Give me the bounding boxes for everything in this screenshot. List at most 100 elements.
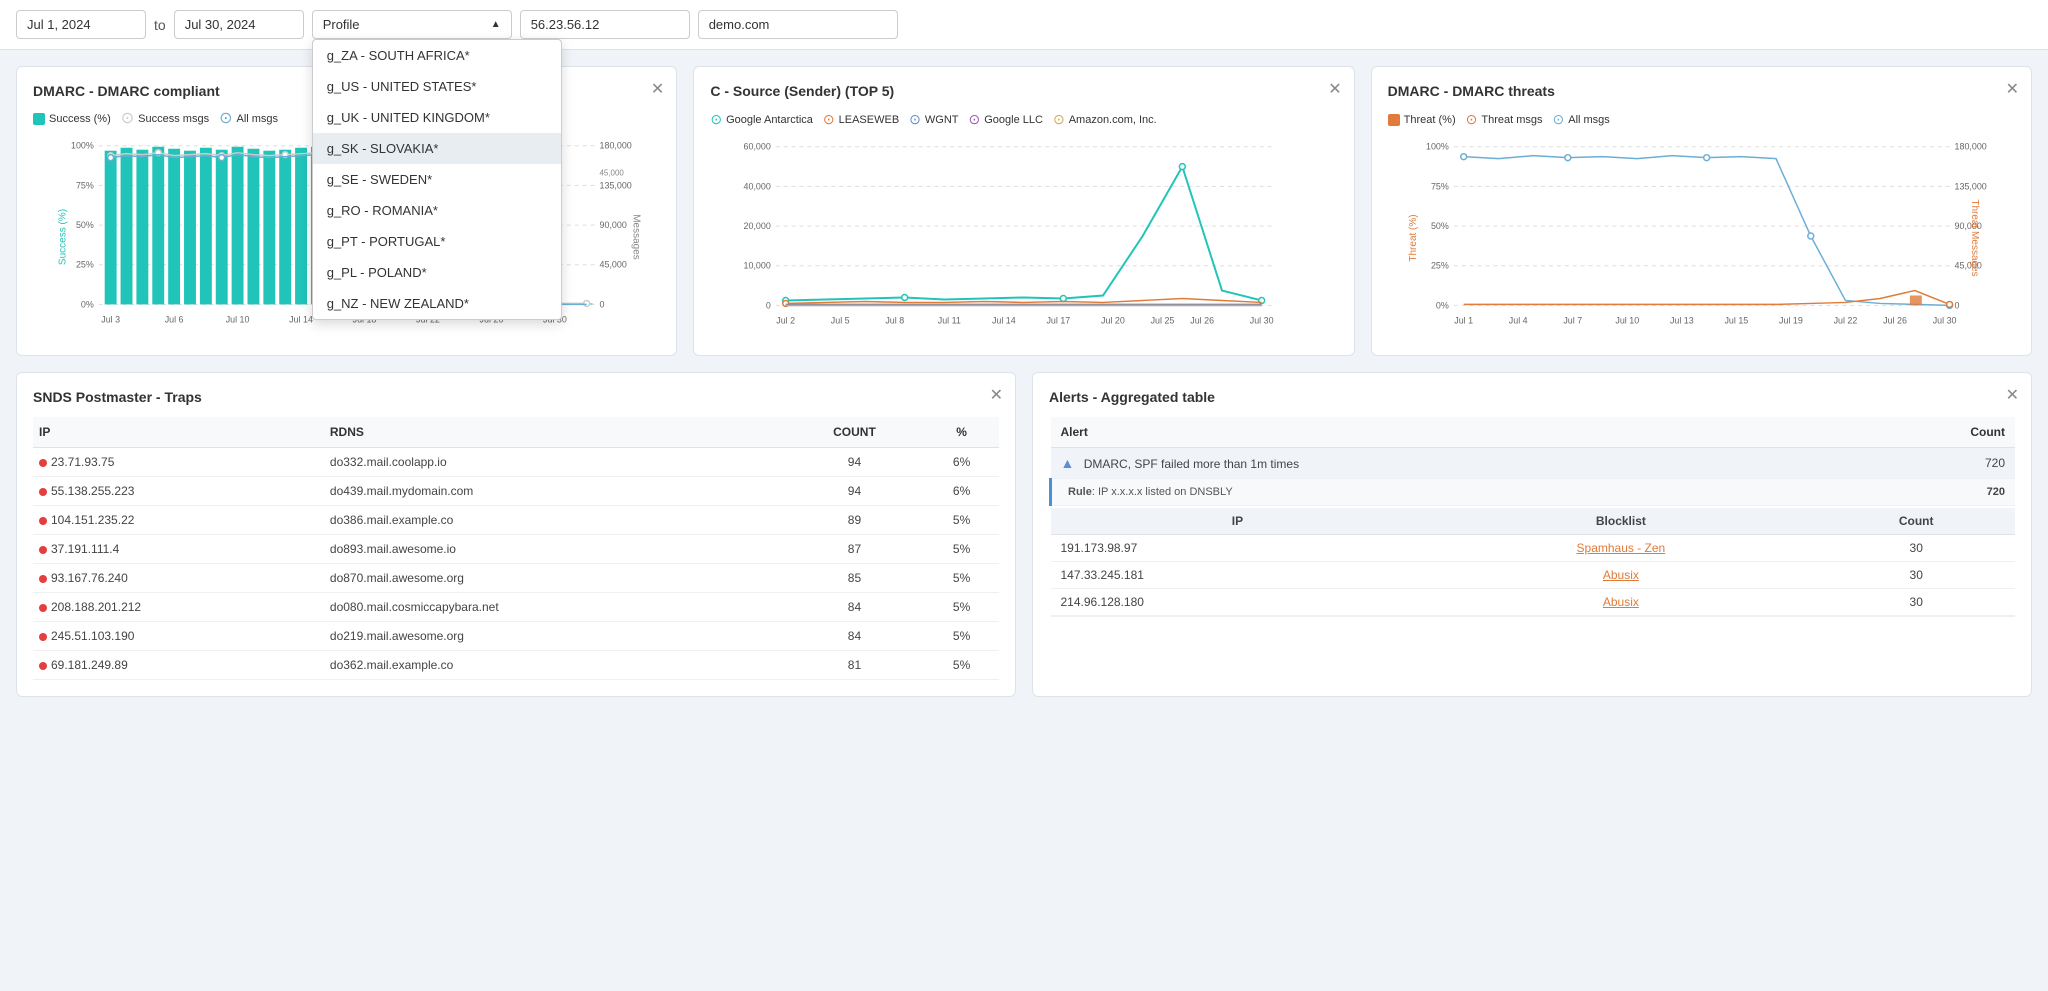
count-cell: 94 (785, 448, 924, 477)
svg-text:Jul 11: Jul 11 (938, 315, 961, 325)
sub-col-blocklist: Blocklist (1424, 508, 1817, 535)
success-pct-label: Success (%) (49, 113, 111, 125)
profile-option-uk[interactable]: g_UK - UNITED KINGDOM* (313, 102, 561, 133)
table-row: 245.51.103.190 do219.mail.awesome.org 84… (33, 622, 999, 651)
svg-text:Jul 20: Jul 20 (1101, 315, 1125, 325)
svg-text:0: 0 (600, 299, 605, 309)
svg-text:75%: 75% (76, 180, 94, 190)
svg-text:Jul 2: Jul 2 (777, 315, 796, 325)
svg-text:Jul 6: Jul 6 (165, 314, 184, 324)
profile-option-sk[interactable]: g_SK - SLOVAKIA* (313, 133, 561, 164)
count-cell: 94 (785, 477, 924, 506)
table-row: 93.167.76.240 do870.mail.awesome.org 85 … (33, 564, 999, 593)
snds-table: IP RDNS COUNT % 23.71.93.75 do332.mail.c… (33, 417, 999, 680)
svg-text:100%: 100% (1426, 142, 1449, 152)
svg-text:10,000: 10,000 (744, 261, 771, 271)
profile-option-nz[interactable]: g_NZ - NEW ZEALAND* (313, 288, 561, 319)
rule-count: 720 (1987, 486, 2005, 498)
list-item: 147.33.245.181 Abusix 30 (1051, 562, 2016, 589)
svg-text:45,000: 45,000 (600, 169, 625, 178)
profile-option-se[interactable]: g_SE - SWEDEN* (313, 164, 561, 195)
profile-menu: g_ZA - SOUTH AFRICA* g_US - UNITED STATE… (312, 39, 562, 320)
count-cell: 85 (785, 564, 924, 593)
expand-icon[interactable]: ▲ (1061, 455, 1075, 471)
svg-text:Jul 22: Jul 22 (1833, 315, 1857, 325)
svg-text:135,000: 135,000 (1954, 181, 1986, 191)
close-icon[interactable]: ✕ (1328, 79, 1341, 99)
rdns-cell: do362.mail.example.co (324, 651, 785, 680)
blocklist-link[interactable]: Abusix (1603, 568, 1639, 582)
rdns-cell: do080.mail.cosmiccapybara.net (324, 593, 785, 622)
rule-bold: Rule (1068, 486, 1092, 498)
sub-ip-cell: 147.33.245.181 (1051, 562, 1425, 589)
profile-option-ro[interactable]: g_RO - ROMANIA* (313, 195, 561, 226)
pct-cell: 5% (924, 593, 999, 622)
alert-main-label: ▲ DMARC, SPF failed more than 1m times (1051, 448, 1847, 479)
date-from-input[interactable] (16, 10, 146, 39)
red-dot-icon (39, 575, 47, 583)
svg-text:50%: 50% (1431, 221, 1449, 231)
wgnt-icon: ⊙ (909, 111, 921, 128)
blocklist-link[interactable]: Abusix (1603, 595, 1639, 609)
rule-text: Rule: IP x.x.x.x listed on DNSBLY (1068, 486, 1233, 498)
ip-cell: 23.71.93.75 (33, 448, 324, 477)
rdns-cell: do439.mail.mydomain.com (324, 477, 785, 506)
svg-text:Jul 30: Jul 30 (1250, 315, 1274, 325)
legend-amazon: ⊙ Amazon.com, Inc. (1053, 111, 1157, 128)
svg-text:45,000: 45,000 (600, 260, 627, 270)
svg-text:40,000: 40,000 (744, 181, 771, 191)
svg-text:Jul 25: Jul 25 (1151, 315, 1175, 325)
google-ant-icon: ⊙ (710, 111, 722, 128)
top-bar: to Profile ▲ g_ZA - SOUTH AFRICA* g_US -… (0, 0, 2048, 50)
sub-ip-cell: 191.173.98.97 (1051, 535, 1425, 562)
pct-cell: 5% (924, 651, 999, 680)
wgnt-label: WGNT (925, 114, 959, 126)
svg-text:60,000: 60,000 (744, 142, 771, 152)
legend-all-msgs: ⊙ All msgs (219, 111, 278, 127)
source-chart-wrapper: 60,000 40,000 20,000 10,000 0 (710, 136, 1337, 339)
source-sender-card: C - Source (Sender) (TOP 5) ✕ ⊙ Google A… (693, 66, 1354, 356)
svg-text:0: 0 (766, 300, 771, 310)
svg-text:135,000: 135,000 (600, 180, 632, 190)
profile-option-us[interactable]: g_US - UNITED STATES* (313, 71, 561, 102)
svg-text:25%: 25% (76, 260, 94, 270)
threat-pct-color (1388, 114, 1400, 126)
dmarc-threats-title: DMARC - DMARC threats (1388, 83, 2015, 99)
table-row: 69.181.249.89 do362.mail.example.co 81 5… (33, 651, 999, 680)
red-dot-icon (39, 517, 47, 525)
svg-text:25%: 25% (1431, 261, 1449, 271)
domain-input[interactable] (698, 10, 898, 39)
svg-text:Jul 7: Jul 7 (1563, 315, 1582, 325)
alert-col-count: Count (1847, 417, 2015, 448)
svg-text:Jul 13: Jul 13 (1670, 315, 1694, 325)
profile-option-za[interactable]: g_ZA - SOUTH AFRICA* (313, 40, 561, 71)
bottom-cards-row: SNDS Postmaster - Traps ✕ IP RDNS COUNT … (16, 372, 2032, 697)
count-cell: 81 (785, 651, 924, 680)
svg-text:20,000: 20,000 (744, 221, 771, 231)
alerts-card: Alerts - Aggregated table ✕ Alert Count … (1032, 372, 2032, 697)
profile-option-pl[interactable]: g_PL - POLAND* (313, 257, 561, 288)
svg-text:Jul 3: Jul 3 (101, 314, 120, 324)
threat-y-left: Threat (%) (1408, 214, 1419, 261)
y-right-label: Messages (630, 214, 641, 260)
svg-text:0: 0 (1954, 300, 1959, 310)
all-msgs-threat-icon: ⊙ (1553, 111, 1565, 128)
legend-success-msgs: ⊙ Success msgs (121, 111, 209, 127)
col-ip: IP (33, 417, 324, 448)
card3-legend: Threat (%) ⊙ Threat msgs ⊙ All msgs (1388, 111, 2015, 128)
svg-text:Jul 10: Jul 10 (226, 314, 250, 324)
profile-dropdown-button[interactable]: Profile ▲ (312, 10, 512, 39)
alerts-title: Alerts - Aggregated table (1049, 389, 2015, 405)
all-msgs-threat-label: All msgs (1568, 114, 1610, 126)
close-icon[interactable]: ✕ (990, 385, 1003, 405)
date-to-input[interactable] (174, 10, 304, 39)
table-row: 104.151.235.22 do386.mail.example.co 89 … (33, 506, 999, 535)
sub-col-ip: IP (1051, 508, 1425, 535)
close-icon[interactable]: ✕ (2006, 385, 2019, 405)
ip-input[interactable] (520, 10, 690, 39)
amazon-icon: ⊙ (1053, 111, 1065, 128)
profile-option-pt[interactable]: g_PT - PORTUGAL* (313, 226, 561, 257)
close-icon[interactable]: ✕ (2006, 79, 2019, 99)
close-icon[interactable]: ✕ (651, 79, 664, 99)
blocklist-link[interactable]: Spamhaus - Zen (1577, 541, 1666, 555)
